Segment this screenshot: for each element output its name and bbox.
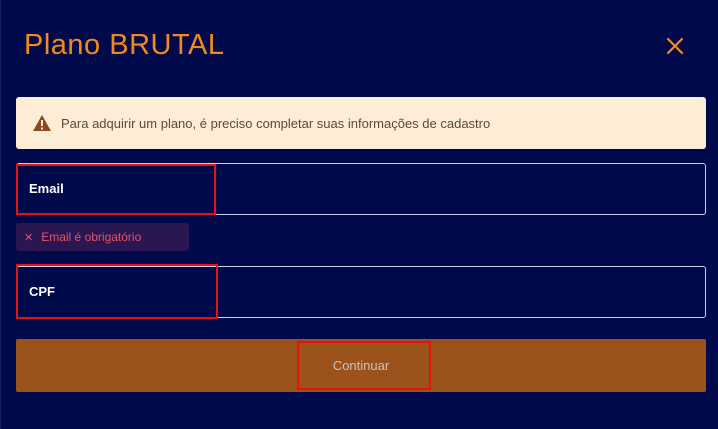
info-alert: Para adquirir um plano, é preciso comple… [16, 97, 706, 149]
cpf-field[interactable]: CPF [16, 266, 706, 318]
error-x-icon: ✕ [24, 231, 34, 244]
email-label: Email [29, 181, 64, 196]
email-error-text: Email é obrigatório [41, 230, 142, 244]
email-error-message: ✕ Email é obrigatório [16, 223, 189, 251]
alert-text: Para adquirir um plano, é preciso comple… [61, 115, 491, 131]
modal-title: Plano BRUTAL [24, 29, 225, 61]
warning-icon [32, 114, 52, 132]
email-field[interactable]: Email [16, 163, 706, 215]
cpf-input[interactable] [217, 267, 701, 317]
close-button[interactable] [664, 35, 686, 57]
cpf-label: CPF [29, 284, 55, 299]
plan-modal: Plano BRUTAL Para adquirir um plano, é p… [0, 0, 718, 429]
continue-button-label: Continuar [332, 358, 390, 373]
email-input[interactable] [217, 164, 701, 214]
continue-button[interactable]: Continuar [16, 339, 706, 392]
close-icon[interactable] [664, 35, 686, 57]
